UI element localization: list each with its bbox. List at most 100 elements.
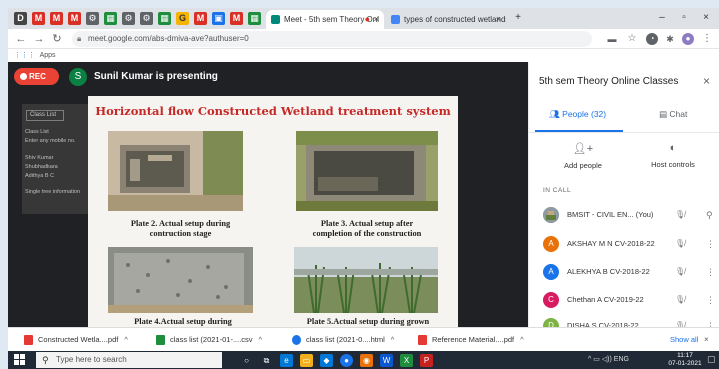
settings-tab-icon[interactable]: ⚙ [140, 12, 153, 25]
download-item[interactable]: class list (2021-0....html ^ [292, 332, 394, 348]
firefox-icon[interactable]: ◉ [360, 354, 373, 367]
settings-tab-icon[interactable]: ⚙ [86, 12, 99, 25]
sheets-tab-icon[interactable]: ▦ [248, 12, 261, 25]
edge-icon[interactable]: e [280, 354, 293, 367]
download-item[interactable]: Constructed Wetla....pdf ^ [24, 332, 128, 348]
close-tab-icon[interactable]: × [496, 10, 501, 29]
apps-grid-icon[interactable]: ⋮⋮⋮ [14, 49, 35, 62]
windows-start-icon[interactable] [14, 354, 26, 366]
gmail-tab-icon[interactable]: M [50, 12, 63, 25]
download-item[interactable]: class list (2021-01-....csv ^ [156, 332, 262, 348]
cortana-icon[interactable]: ○ [240, 354, 253, 367]
plate-3-caption: Plate 3. Actual setup after completion o… [284, 219, 450, 239]
caption-line: completion of the construction [312, 229, 422, 238]
pinned-tab-icon[interactable]: D [14, 12, 27, 25]
tab-wetlands[interactable]: types of constructed wetlands × [386, 10, 506, 29]
downloads-bar: Constructed Wetla....pdf ^ class list (20… [8, 327, 719, 351]
extension-icon[interactable]: ◔ [646, 33, 658, 45]
chevron-up-icon[interactable]: ^ [391, 335, 395, 344]
chrome-file-icon [292, 335, 301, 345]
camera-icon[interactable]: ▬ [606, 33, 618, 45]
word-icon[interactable]: W [380, 354, 393, 367]
download-name: Constructed Wetla....pdf [38, 335, 119, 344]
system-tray[interactable]: ^ ▭ ◁)) ENG [588, 351, 629, 369]
profile-avatar[interactable]: ● [682, 33, 694, 45]
download-name: Reference Material....pdf [432, 335, 515, 344]
meeting-details-panel: 5th sem Theory Online Classes × 👥︎ Peopl… [528, 62, 719, 334]
google-tab-icon[interactable]: G [176, 12, 189, 25]
caption-line: Plate 5.Actual setup during grown [306, 317, 430, 326]
search-placeholder: Type here to search [56, 355, 127, 364]
add-people-button[interactable]: 👤︎+ Add people [543, 142, 623, 170]
store-icon[interactable]: ◆ [320, 354, 333, 367]
download-item[interactable]: Reference Material....pdf ^ [418, 332, 524, 348]
chat-icon: ▤ [659, 109, 670, 119]
gmail-tab-icon[interactable]: M [68, 12, 81, 25]
participant-row[interactable]: BMSIT - CIVIL EN... (You) 🎙︎̸ ⚲ [543, 207, 719, 225]
minimize-button[interactable]: – [654, 10, 670, 26]
sheet-row: Single tree information [25, 189, 81, 195]
language-indicator[interactable]: ENG [614, 356, 629, 363]
chevron-up-icon[interactable]: ^ [520, 335, 524, 344]
gmail-tab-icon[interactable]: M [194, 12, 207, 25]
participant-name: ALEKHYA B CV-2018-22 [567, 267, 650, 276]
tab-strip: D M M M ⚙ ▦ ⚙ ⚙ ▦ G M ▣ M ▦ Meet - 5th s… [8, 8, 719, 29]
puzzle-icon[interactable]: ✱ [664, 33, 676, 45]
tab-meet[interactable]: Meet - 5th sem Theory Onl ● × [266, 10, 384, 29]
participant-row[interactable]: C Chethan A CV-2019-22 🎙︎̸ ⋮ [543, 292, 719, 310]
task-view-icon[interactable]: ⧉ [260, 354, 273, 367]
volume-icon[interactable]: ◁)) [602, 356, 614, 363]
bookmark-star-icon[interactable]: ☆ [626, 33, 638, 45]
settings-tab-icon[interactable]: ⚙ [122, 12, 135, 25]
file-explorer-icon[interactable]: ▭ [300, 354, 313, 367]
notification-icon[interactable]: ▢ [707, 354, 716, 365]
chevron-up-icon[interactable]: ^ [259, 335, 263, 344]
caption-line: Plate 4.Actual setup during [134, 317, 232, 326]
show-all-downloads-link[interactable]: Show all [670, 332, 698, 348]
powerpoint-icon[interactable]: P [420, 354, 433, 367]
chevron-up-icon[interactable]: ^ [124, 335, 128, 344]
host-controls-button[interactable]: ◐ Host controls [633, 142, 713, 169]
close-downloads-icon[interactable]: × [704, 332, 709, 348]
taskbar-clock[interactable]: 11:17 07-01-2021 [668, 352, 702, 368]
more-options-icon[interactable]: ⋮ [706, 264, 715, 280]
plate-2-caption: Plate 2. Actual setup during contruction… [108, 219, 253, 239]
plate-2-photo [108, 131, 243, 211]
close-panel-icon[interactable]: × [703, 74, 710, 88]
network-icon[interactable]: ▭ [593, 356, 602, 363]
gmail-tab-icon[interactable]: M [230, 12, 243, 25]
taskbar-search-input[interactable]: ⚲ Type here to search [36, 352, 222, 368]
apps-bookmark[interactable]: Apps [40, 52, 56, 59]
maximize-button[interactable]: ▫ [676, 10, 692, 26]
reload-button[interactable]: ↻ [50, 32, 64, 46]
tab-chat[interactable]: ▤ Chat [659, 104, 687, 124]
participant-row[interactable]: A ALEKHYA B CV-2018-22 🎙︎̸ ⋮ [543, 264, 719, 282]
sheets-tab-icon[interactable]: ▦ [158, 12, 171, 25]
participant-row[interactable]: A AKSHAY M N CV-2018-22 🎙︎̸ ⋮ [543, 236, 719, 254]
new-tab-button[interactable]: + [510, 10, 526, 26]
back-button[interactable]: ← [14, 32, 28, 46]
slide-title: Horizontal flow Constructed Wetland trea… [95, 104, 451, 118]
people-tab-label: People (32) [562, 109, 607, 119]
mic-off-icon: 🎙︎̸ [675, 267, 686, 276]
lock-icon: 🔒︎ [77, 34, 82, 43]
chrome-icon[interactable]: ● [340, 354, 353, 367]
avatar: A [543, 236, 559, 252]
menu-icon[interactable]: ⋮ [701, 33, 713, 45]
meet-tab-icon[interactable]: ▣ [212, 12, 225, 25]
gmail-tab-icon[interactable]: M [32, 12, 45, 25]
close-window-button[interactable]: × [698, 10, 714, 26]
tab-people[interactable]: 👥︎ People (32) [549, 104, 606, 124]
close-tab-icon[interactable]: × [374, 10, 379, 29]
recording-dot-icon: ● [364, 14, 370, 24]
excel-icon[interactable]: X [400, 354, 413, 367]
more-options-icon[interactable]: ⋮ [706, 236, 715, 252]
download-name: class list (2021-0....html [306, 335, 385, 344]
pin-icon[interactable]: ⚲ [706, 207, 713, 223]
more-options-icon[interactable]: ⋮ [706, 292, 715, 308]
people-icon: 👥︎ [549, 109, 563, 119]
sheets-tab-icon[interactable]: ▦ [104, 12, 117, 25]
pdf-file-icon [24, 335, 33, 345]
forward-button[interactable]: → [32, 32, 46, 46]
address-bar[interactable]: 🔒︎ meet.google.com/abs-dmiva-ave?authuse… [72, 31, 592, 47]
